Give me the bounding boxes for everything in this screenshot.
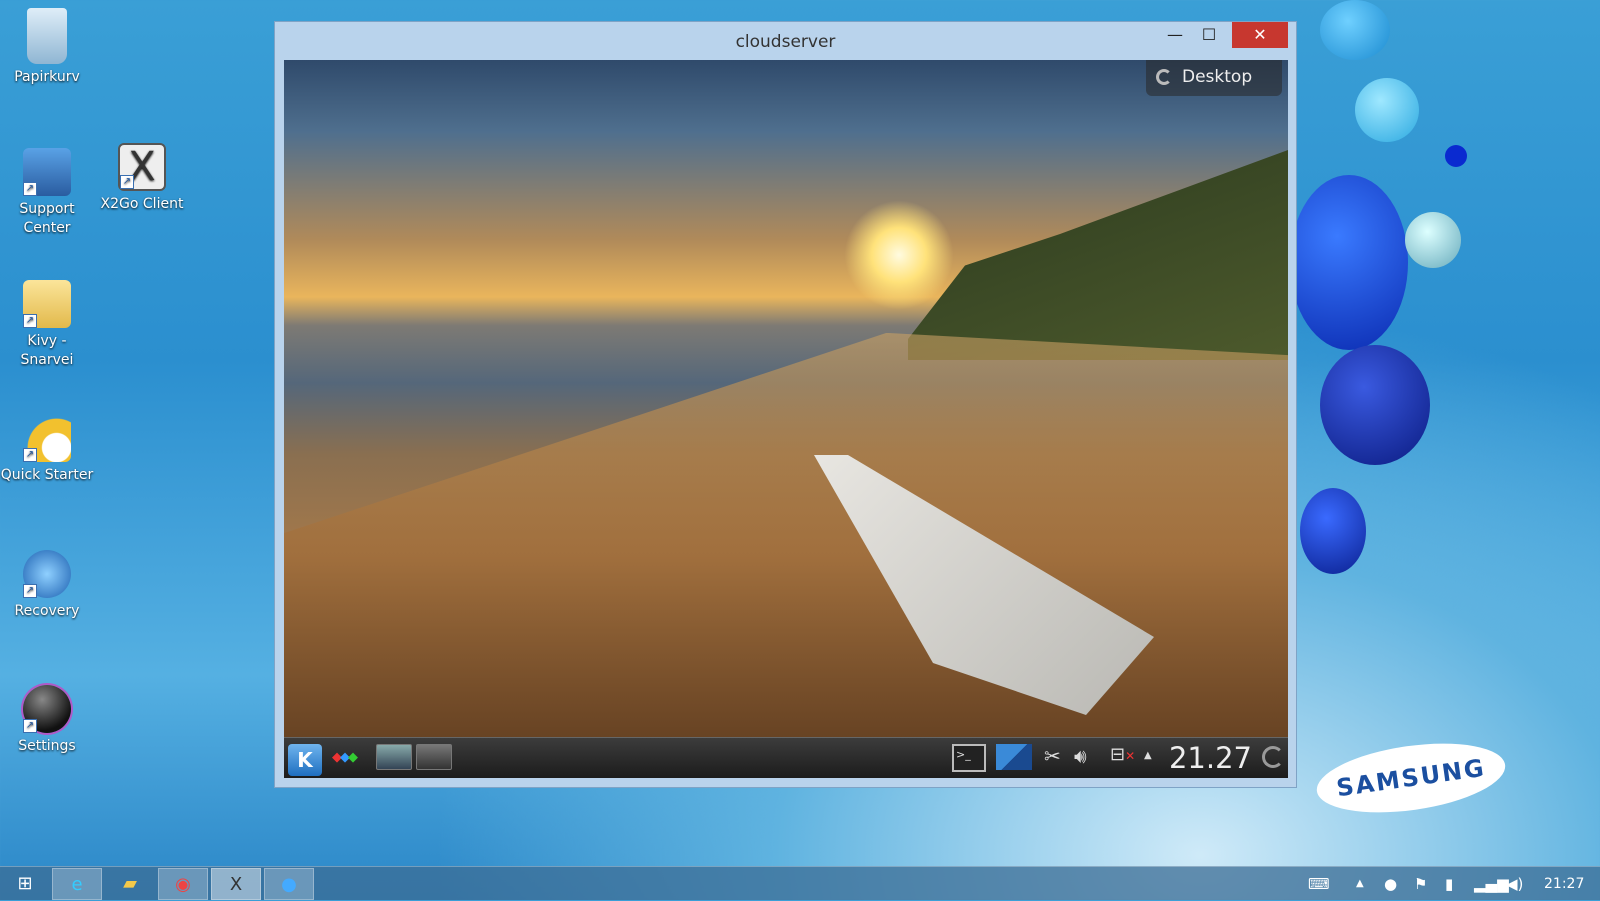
icon-label: Settings <box>18 738 76 754</box>
maximize-button[interactable]: ☐ <box>1192 22 1226 48</box>
wallpaper-bubble <box>1405 212 1461 268</box>
x2go-icon: X ↗ <box>118 143 166 191</box>
desktop-icon-kivy[interactable]: ↗ Kivy - Snarvei <box>0 280 94 370</box>
battery-icon[interactable]: ▮ <box>1445 867 1453 901</box>
close-button[interactable]: ✕ <box>1232 22 1288 48</box>
activity-icon[interactable]: ◆◆◆ <box>332 750 358 765</box>
desktop-icon-support-center[interactable]: ↗ Support Center <box>0 148 94 238</box>
settings-icon: ↗ <box>23 685 71 733</box>
minimize-button[interactable]: — <box>1158 22 1192 48</box>
taskbar-file-explorer-icon[interactable]: ▰ <box>105 868 155 900</box>
recycle-bin-icon <box>27 8 67 64</box>
wallpaper-bubble <box>1290 175 1408 350</box>
wallpaper-hill <box>908 150 1288 360</box>
kde-menu-button[interactable]: K <box>288 744 322 776</box>
taskbar-app-icon[interactable]: ● <box>264 868 314 900</box>
icon-label: Kivy - Snarvei <box>20 333 74 368</box>
icon-label: Support Center <box>19 201 75 236</box>
desktop-icon-recycle-bin[interactable]: Papirkurv <box>0 8 94 87</box>
desktop-toolbox[interactable]: Desktop <box>1146 60 1282 96</box>
support-center-icon: ↗ <box>23 148 71 196</box>
plasma-icon <box>1156 69 1172 85</box>
icon-label: Recovery <box>14 603 80 619</box>
terminal-icon[interactable]: >_ <box>952 744 986 772</box>
show-hidden-icons[interactable]: ▲ <box>1356 867 1364 901</box>
desktop-label: Desktop <box>1182 67 1253 87</box>
wallpaper-beach <box>284 332 1288 778</box>
tray-expand-icon[interactable]: ▲ <box>1144 750 1152 761</box>
window-title: cloudserver <box>735 32 836 52</box>
wallpaper-bubble <box>1320 345 1430 465</box>
wallpaper-sun <box>844 200 954 310</box>
quick-starter-icon: ↗ <box>23 414 71 462</box>
pager-desktop-2[interactable] <box>416 744 452 770</box>
kde-clock[interactable]: 21.27 <box>1169 741 1252 775</box>
recovery-icon: ↗ <box>23 550 71 598</box>
samsung-logo: SAMSUNG <box>1312 733 1510 823</box>
taskbar-chrome-icon[interactable]: ◉ <box>158 868 208 900</box>
panel-toolbox-icon[interactable] <box>1262 746 1284 768</box>
folder-icon: ↗ <box>23 280 71 328</box>
icon-label: Papirkurv <box>14 69 80 85</box>
desktop-icon-recovery[interactable]: ↗ Recovery <box>0 550 94 621</box>
desktop-icon-quick-starter[interactable]: ↗ Quick Starter <box>0 414 94 485</box>
wallpaper-bubble <box>1445 145 1467 167</box>
volume-icon[interactable]: ◀) <box>1506 867 1523 901</box>
pager-desktop-1[interactable] <box>376 744 412 770</box>
start-button[interactable]: ⊞ <box>0 868 50 900</box>
network-disconnected-icon[interactable]: ⊟✕ <box>1110 744 1135 765</box>
file-manager-icon[interactable] <box>996 744 1032 770</box>
volume-icon[interactable]: 🔊︎ <box>1074 744 1087 768</box>
desktop-icon-settings[interactable]: ↗ Settings <box>0 685 94 756</box>
wallpaper-bubble <box>1355 78 1419 142</box>
windows-taskbar: ⊞ e ▰ ◉ X ● ⌨ ▲ ● ⚑ ▮ ▂▄▆ ◀) 21:27 <box>0 866 1600 900</box>
kde-panel: K ◆◆◆ >_ ✂ 🔊︎ ⊟✕ ▲ 21.27 <box>284 737 1288 778</box>
keyboard-icon[interactable]: ⌨ <box>1308 867 1330 901</box>
notification-app-icon[interactable]: ● <box>1384 867 1397 901</box>
clipboard-scissors-icon[interactable]: ✂ <box>1044 744 1061 768</box>
icon-label: X2Go Client <box>100 196 184 212</box>
remote-desktop[interactable]: Desktop K ◆◆◆ >_ ✂ 🔊︎ ⊟✕ ▲ 21.27 <box>284 60 1288 778</box>
wallpaper-bubble <box>1300 488 1366 574</box>
taskbar-clock[interactable]: 21:27 <box>1544 867 1584 901</box>
icon-label: Quick Starter <box>0 467 94 483</box>
desktop-icon-x2go[interactable]: X ↗ X2Go Client <box>95 143 189 214</box>
taskbar-internet-explorer-icon[interactable]: e <box>52 868 102 900</box>
wallpaper-bubble <box>1320 0 1390 60</box>
signal-icon[interactable]: ▂▄▆ <box>1474 867 1509 901</box>
x2go-session-window[interactable]: cloudserver — ☐ ✕ Desktop K ◆◆◆ >_ ✂ 🔊︎ … <box>274 21 1297 788</box>
action-center-flag-icon[interactable]: ⚑ <box>1414 867 1427 901</box>
taskbar-x2go-icon[interactable]: X <box>211 868 261 900</box>
